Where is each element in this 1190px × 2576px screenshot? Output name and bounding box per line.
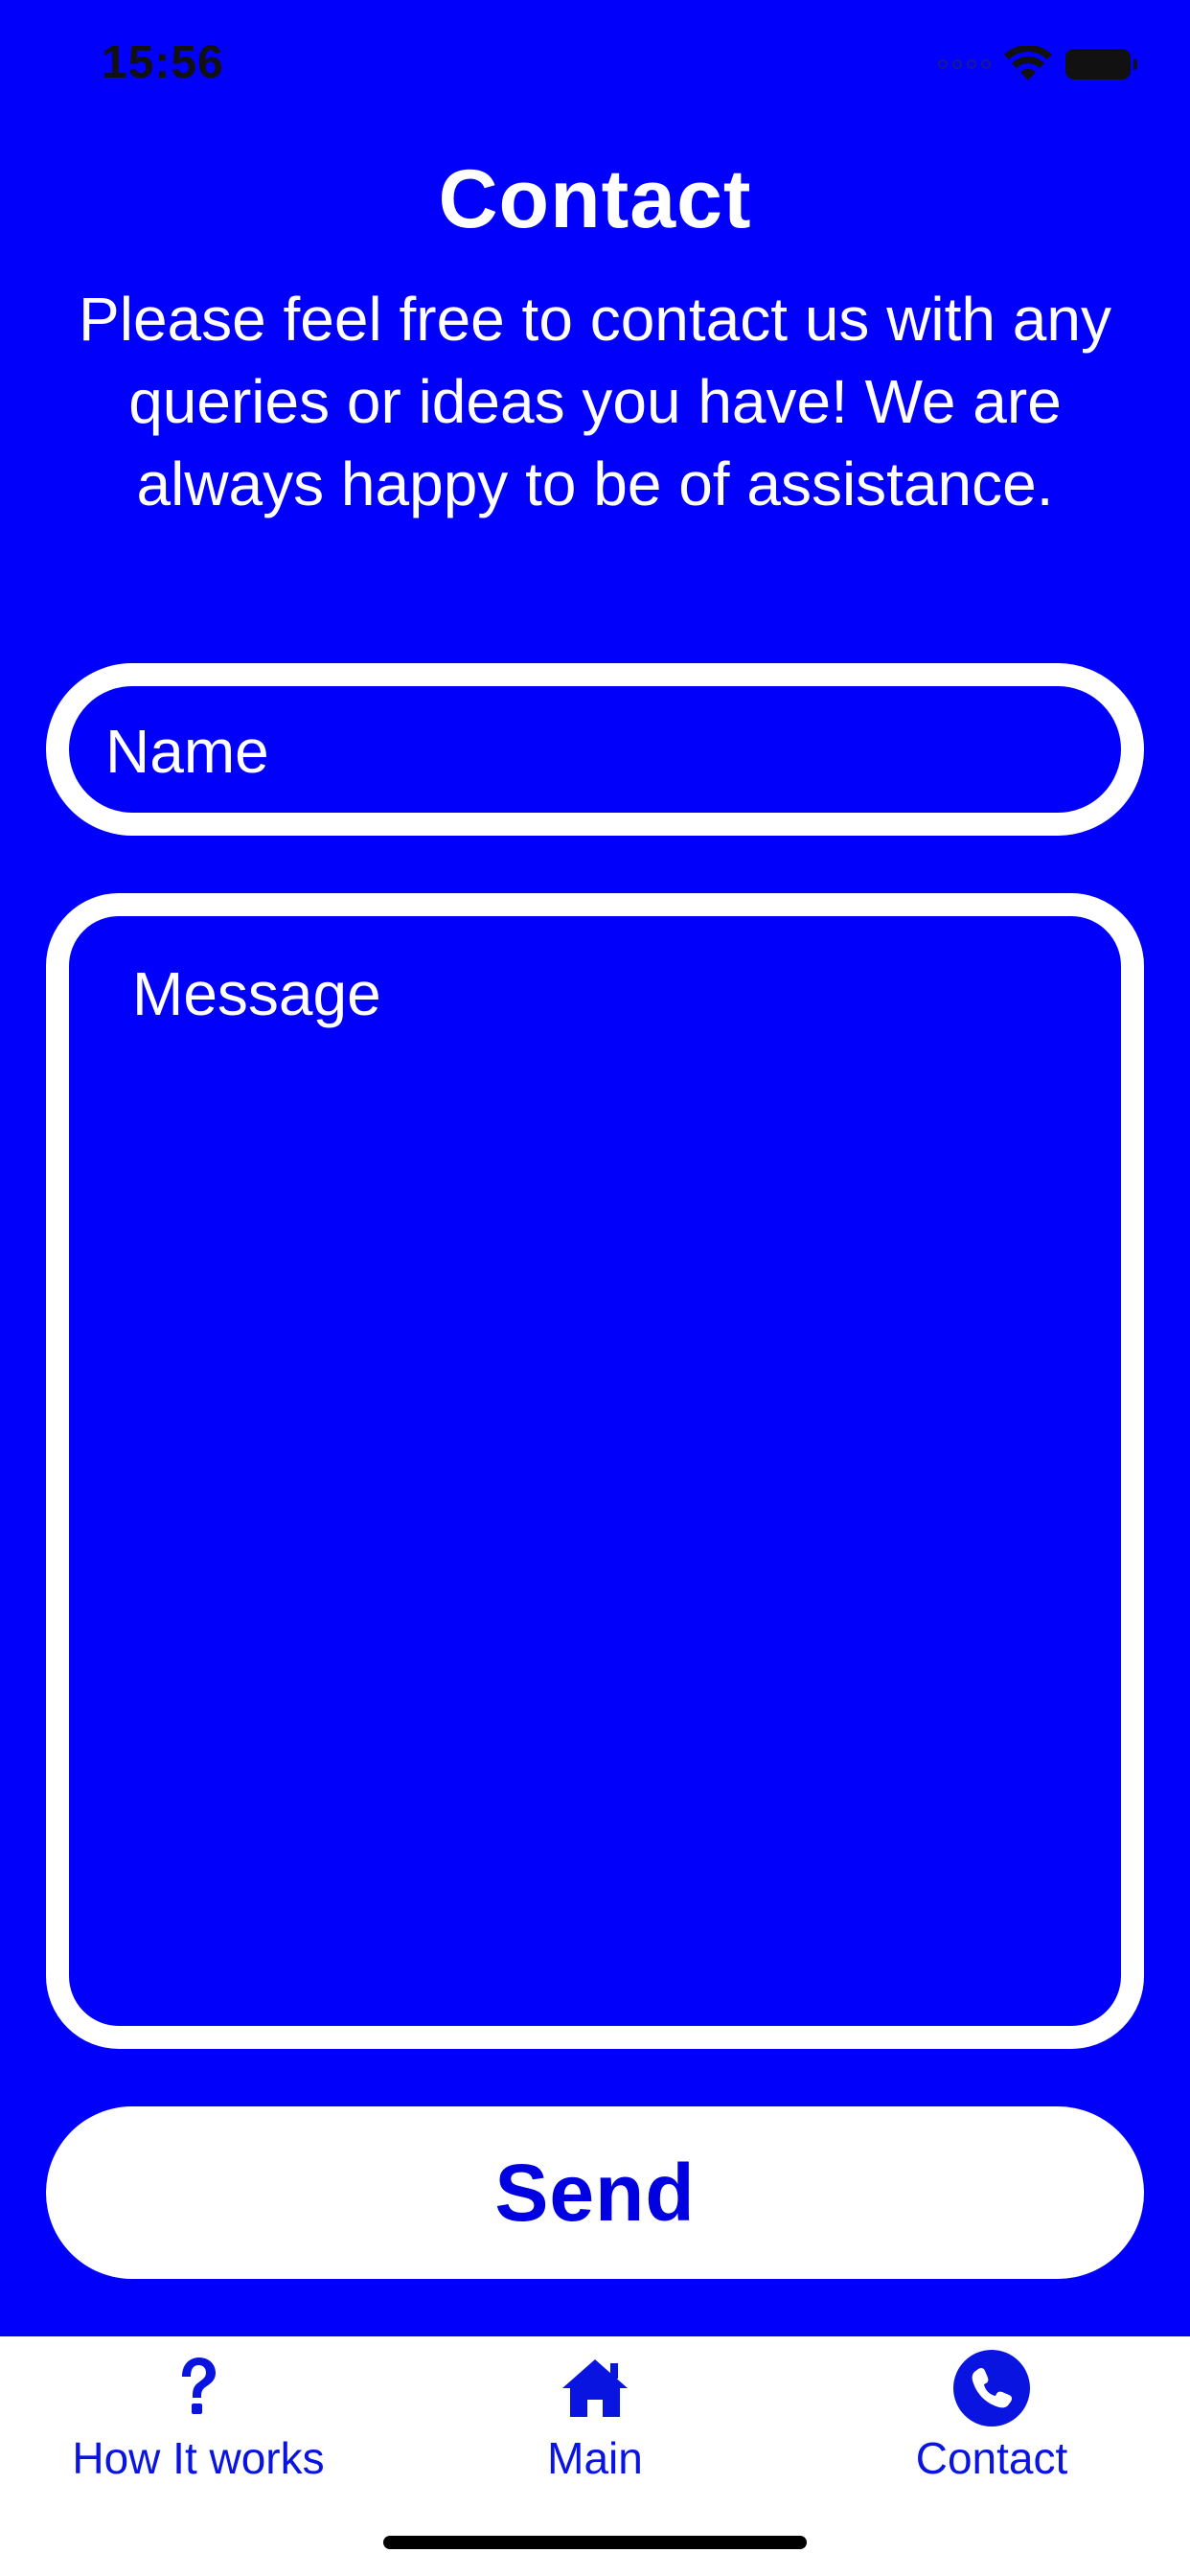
question-icon [182,2358,216,2414]
tab-how-it-works[interactable]: How It works [0,2348,397,2520]
tab-label-contact: Contact [915,2433,1068,2483]
home-indicator[interactable] [383,2536,807,2549]
battery-icon [1065,49,1137,80]
phone-icon [953,2350,1030,2426]
tab-contact[interactable]: Contact [793,2348,1190,2520]
wifi-icon [1004,46,1052,80]
message-input[interactable] [132,956,1090,1991]
status-time: 15:56 [102,37,224,88]
intro-text: Please feel free to contact us with any … [79,285,1111,518]
name-input[interactable] [105,711,1064,792]
tab-main[interactable]: Main [397,2348,793,2520]
cellular-signal-icon [938,59,991,69]
house-icon [562,2359,628,2417]
tab-label-main: Main [547,2433,643,2483]
contact-screen: 15:56 Contact Please feel free to contac… [0,0,1190,2576]
status-icons [938,46,1137,82]
send-button[interactable]: Send [46,2106,1144,2279]
page-title: Contact [438,153,752,245]
contact-panel: 15:56 Contact Please feel free to contac… [0,0,1190,2336]
tab-label-how-it-works: How It works [72,2433,325,2483]
